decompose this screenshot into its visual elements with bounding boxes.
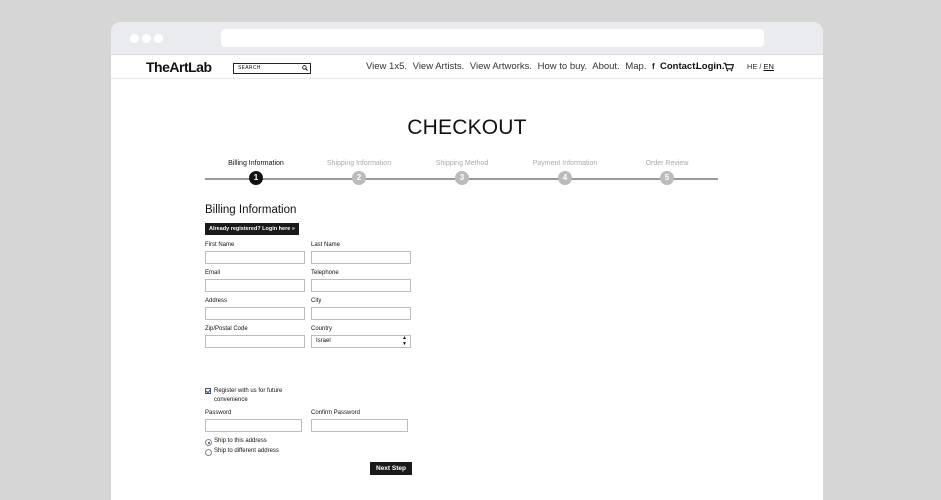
zip-field[interactable]	[205, 335, 305, 348]
step-label: Shipping Method	[435, 160, 489, 167]
register-checkbox[interactable]	[205, 388, 211, 394]
site-header: TheArtLab SEARCH View 1x5. View Artists.…	[111, 55, 823, 79]
select-arrows-icon: ▲ ▼	[402, 335, 407, 347]
main-nav: View 1x5. View Artists. View Artworks. H…	[366, 61, 649, 72]
first-name-field[interactable]	[205, 251, 305, 264]
site-logo[interactable]: TheArtLab	[146, 59, 212, 75]
nav-view-artworks[interactable]: View Artworks.	[470, 61, 532, 72]
ship-different-label: Ship to different address	[214, 448, 279, 454]
nav-how-to-buy[interactable]: How to buy.	[538, 61, 587, 72]
login-link[interactable]: Login.	[696, 61, 725, 72]
password-label: Password	[205, 410, 232, 416]
zip-label: Zip/Postal Code	[205, 326, 248, 332]
register-label-line2: convenience	[214, 397, 248, 403]
page-title: CHECKOUT	[407, 116, 527, 139]
city-field[interactable]	[311, 307, 411, 320]
ship-different-radio[interactable]	[205, 449, 212, 456]
login-here-button[interactable]: Already registered? Login here »	[205, 223, 299, 235]
country-select[interactable]: Israel ▲ ▼	[311, 335, 411, 348]
email-field[interactable]	[205, 279, 305, 292]
password-field[interactable]	[205, 419, 302, 432]
checkout-progress: Billing Information 1 Shipping Informati…	[205, 160, 718, 190]
step-order-review: Order Review 5	[612, 160, 722, 185]
address-label: Address	[205, 298, 228, 304]
telephone-label: Telephone	[311, 270, 339, 276]
browser-toolbar	[111, 22, 823, 55]
city-label: City	[311, 298, 322, 304]
search-input[interactable]: SEARCH	[233, 63, 311, 74]
facebook-icon[interactable]: f	[652, 62, 655, 71]
ship-same-label: Ship to this address	[214, 438, 267, 444]
step-payment-information: Payment Information 4	[510, 160, 620, 185]
next-step-button[interactable]: Next Step	[370, 462, 412, 475]
telephone-field[interactable]	[311, 279, 411, 292]
lang-separator: /	[759, 62, 762, 71]
email-label: Email	[205, 270, 221, 276]
step-label: Order Review	[645, 160, 689, 167]
step-label: Billing Information	[228, 160, 284, 167]
step-billing-information: Billing Information 1	[201, 160, 311, 185]
step-label: Shipping Information	[326, 160, 392, 167]
ship-same-radio[interactable]	[205, 439, 212, 446]
window-control-dot[interactable]	[130, 34, 139, 43]
window-control-dot[interactable]	[154, 34, 163, 43]
address-field[interactable]	[205, 307, 305, 320]
lang-en[interactable]: EN	[764, 62, 774, 71]
browser-window: TheArtLab SEARCH View 1x5. View Artists.…	[111, 22, 823, 500]
search-icon[interactable]	[302, 65, 308, 71]
cart-icon[interactable]	[723, 62, 734, 72]
step-number: 4	[558, 171, 572, 185]
register-label-line1: Register with us for future	[214, 388, 283, 394]
confirm-password-label: Confirm Password	[311, 410, 361, 416]
billing-form: Billing Information Already registered? …	[205, 204, 425, 475]
lang-he[interactable]: HE	[747, 62, 757, 71]
step-number: 5	[660, 171, 674, 185]
window-control-dot[interactable]	[142, 34, 151, 43]
country-label: Country	[311, 326, 333, 332]
nav-view-artists[interactable]: View Artists.	[413, 61, 465, 72]
confirm-password-field[interactable]	[311, 419, 408, 432]
nav-about[interactable]: About.	[592, 61, 619, 72]
contact-link[interactable]: Contact.	[660, 61, 698, 72]
step-label: Payment Information	[532, 160, 598, 167]
last-name-field[interactable]	[311, 251, 411, 264]
last-name-label: Last Name	[311, 242, 341, 248]
language-switcher: HE / EN	[747, 62, 774, 71]
step-number: 1	[249, 171, 263, 185]
step-number: 3	[455, 171, 469, 185]
step-shipping-method: Shipping Method 3	[407, 160, 517, 185]
search-placeholder: SEARCH	[238, 65, 261, 71]
step-number: 2	[352, 171, 366, 185]
section-title: Billing Information	[205, 204, 297, 216]
address-bar[interactable]	[221, 29, 764, 47]
first-name-label: First Name	[205, 242, 235, 248]
country-value: Israel	[316, 338, 331, 344]
step-shipping-information: Shipping Information 2	[304, 160, 414, 185]
nav-view-1x5[interactable]: View 1x5.	[366, 61, 407, 72]
nav-map[interactable]: Map.	[625, 61, 646, 72]
